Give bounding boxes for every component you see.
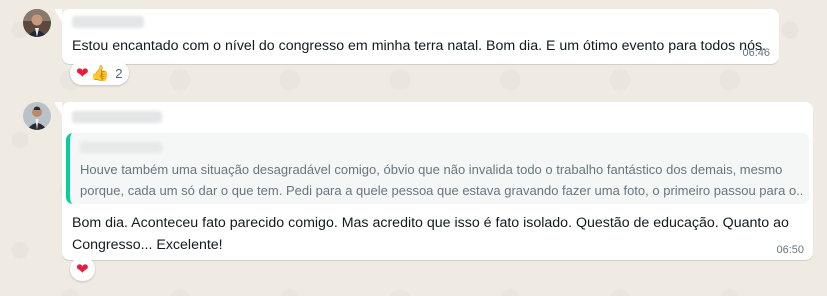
message-time: 06:50 bbox=[776, 244, 804, 256]
heart-icon: ❤ bbox=[76, 260, 89, 278]
quoted-text-line-1: Houve também uma situação desagradável c… bbox=[80, 162, 783, 177]
message-time: 06:46 bbox=[742, 47, 770, 59]
avatar[interactable] bbox=[23, 102, 51, 130]
message-reactions[interactable]: ❤ bbox=[70, 257, 95, 281]
message-text-line-2: Congresso... Excelente! bbox=[72, 237, 223, 253]
message-reactions[interactable]: ❤ 👍 2 bbox=[70, 61, 129, 85]
message-bubble[interactable]: Houve também uma situação desagradável c… bbox=[54, 102, 813, 260]
avatar-photo bbox=[23, 102, 51, 130]
quoted-sender-blurred bbox=[80, 142, 162, 153]
avatar-photo bbox=[23, 9, 51, 37]
avatar[interactable] bbox=[23, 9, 51, 37]
thumbs-up-icon: 👍 bbox=[90, 64, 110, 82]
reaction-count: 2 bbox=[115, 65, 123, 81]
sender-name-blurred[interactable] bbox=[72, 16, 144, 28]
message-text: Estou encantado com o nível do congresso… bbox=[72, 38, 766, 54]
heart-icon: ❤ bbox=[76, 64, 89, 82]
message-text-line-1: Bom dia. Aconteceu fato parecido comigo.… bbox=[72, 215, 789, 231]
sender-name-blurred[interactable] bbox=[72, 111, 162, 123]
message-bubble[interactable]: Estou encantado com o nível do congresso… bbox=[54, 9, 779, 64]
quoted-text-line-2: porque, cada um só dar o que tem. Pedi p… bbox=[80, 183, 802, 198]
quoted-message[interactable]: Houve também uma situação desagradável c… bbox=[66, 133, 809, 204]
